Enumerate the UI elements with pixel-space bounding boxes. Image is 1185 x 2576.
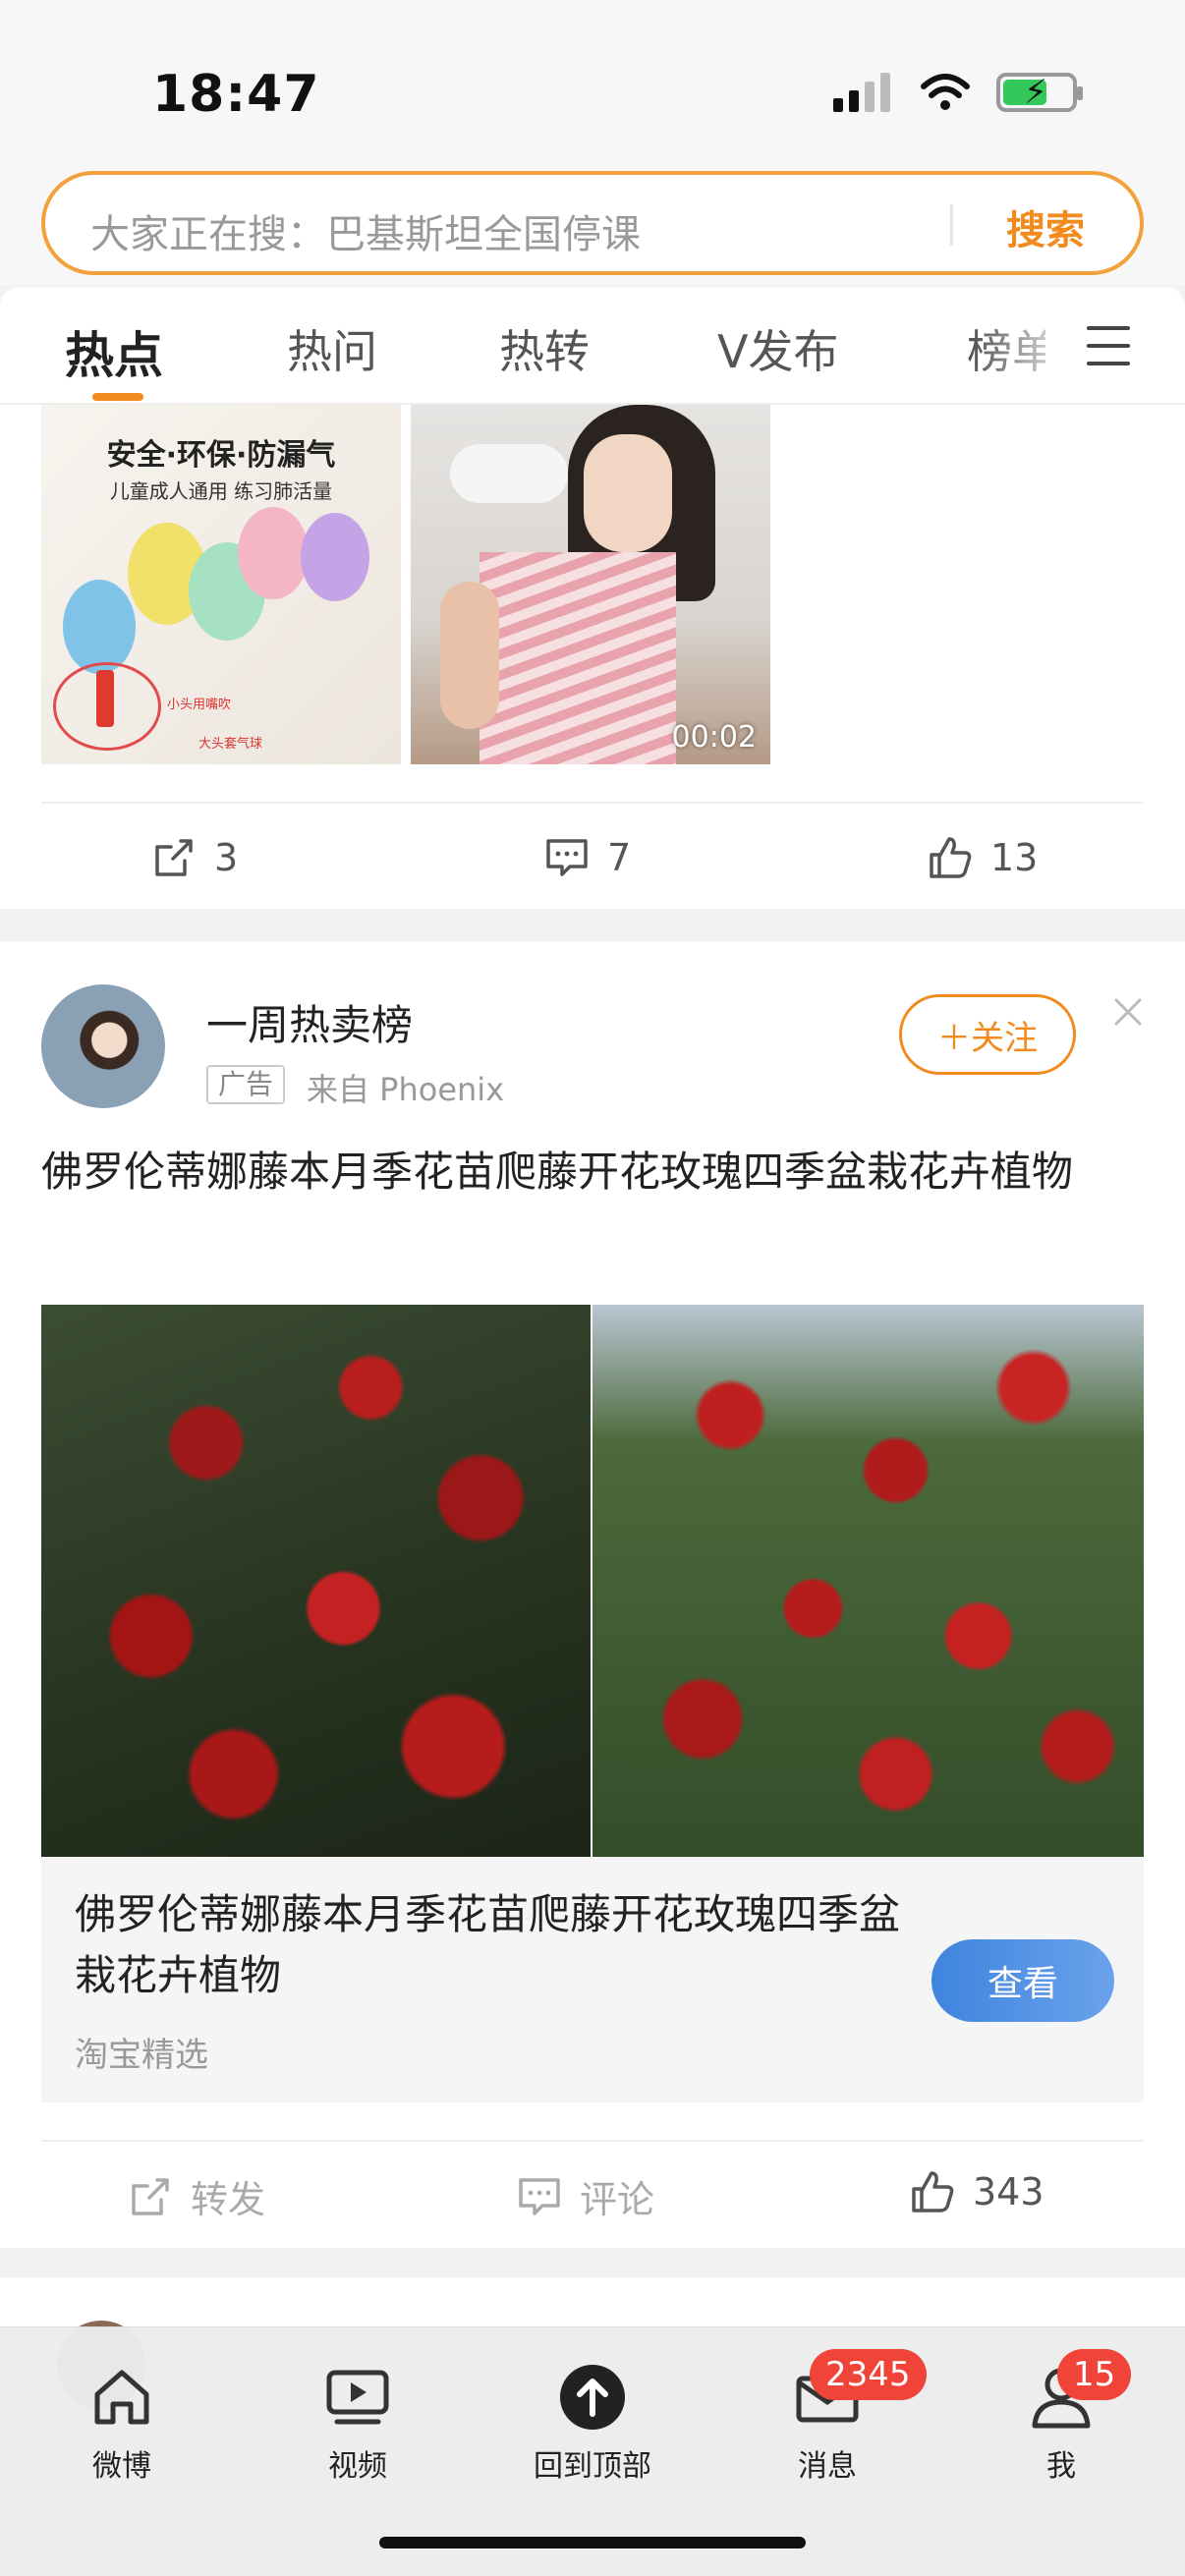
wifi-icon bbox=[921, 74, 970, 110]
tab-active-indicator bbox=[92, 393, 143, 401]
like-count: 13 bbox=[990, 836, 1039, 879]
search-divider bbox=[950, 204, 953, 246]
feed-tabs: 热点 热问 热转 V发布 榜单 bbox=[0, 287, 1185, 405]
rose-photo-left bbox=[41, 1305, 591, 1857]
video-icon bbox=[326, 2370, 389, 2425]
repost-icon bbox=[155, 839, 193, 876]
search-placeholder: 大家正在搜：巴基斯坦全国停课 bbox=[90, 212, 641, 257]
battery-icon: ⚡ bbox=[996, 73, 1083, 112]
ad-tag: 广告 bbox=[206, 1065, 286, 1104]
nav-label: 我 bbox=[1046, 2449, 1076, 2484]
product-source: 淘宝精选 bbox=[75, 2036, 208, 2075]
post-image-balloons[interactable]: 安全·环保·防漏气 儿童成人通用 练习肺活量 小头用嘴吹 大头套气球 bbox=[41, 405, 401, 764]
close-icon[interactable] bbox=[1108, 992, 1148, 1032]
nav-label: 回到顶部 bbox=[534, 2449, 651, 2484]
card-divider bbox=[41, 802, 1144, 804]
image-caption: 大头套气球 bbox=[198, 737, 263, 752]
repost-count: 3 bbox=[214, 836, 239, 879]
home-icon bbox=[94, 2370, 149, 2425]
post-source: 来自 Phoenix bbox=[307, 1071, 505, 1108]
follow-button[interactable]: ＋关注 bbox=[899, 994, 1076, 1075]
avatar[interactable] bbox=[41, 984, 165, 1108]
repost-button[interactable]: 3 bbox=[151, 835, 238, 880]
nav-weibo[interactable]: 微博 bbox=[43, 2363, 200, 2485]
comment-icon bbox=[546, 839, 588, 876]
tab-hot-questions[interactable]: 热问 bbox=[287, 316, 377, 381]
comment-button[interactable]: 7 bbox=[544, 835, 631, 880]
thumbs-up-icon bbox=[912, 2171, 954, 2212]
post-video-thumbnail[interactable]: 00:02 bbox=[411, 405, 770, 764]
card-divider bbox=[41, 2140, 1144, 2142]
status-time: 18:47 bbox=[152, 65, 320, 124]
search-input[interactable]: 大家正在搜：巴基斯坦全国停课 搜索 bbox=[41, 171, 1144, 275]
arrow-up-icon bbox=[560, 2365, 625, 2430]
comment-count: 7 bbox=[607, 836, 632, 879]
home-indicator bbox=[379, 2537, 806, 2548]
tab-v-publish[interactable]: V发布 bbox=[717, 316, 838, 381]
nav-label: 消息 bbox=[798, 2449, 857, 2484]
search-button[interactable]: 搜索 bbox=[1006, 198, 1085, 255]
like-count: 343 bbox=[973, 2170, 1044, 2213]
like-button[interactable]: 13 bbox=[928, 835, 1038, 880]
nav-back-to-top[interactable]: 回到顶部 bbox=[514, 2363, 671, 2485]
comment-button[interactable]: 评论 bbox=[517, 2169, 654, 2223]
comment-label: 评论 bbox=[580, 2178, 655, 2221]
like-button[interactable]: 343 bbox=[910, 2169, 1044, 2214]
video-duration: 00:02 bbox=[671, 720, 757, 755]
tab-fade bbox=[973, 287, 1081, 403]
nav-label: 微博 bbox=[92, 2449, 151, 2484]
nav-video[interactable]: 视频 bbox=[279, 2363, 436, 2485]
status-icons: ⚡ bbox=[833, 73, 1083, 112]
repost-button[interactable]: 转发 bbox=[128, 2169, 265, 2223]
card-action-bar: 3 7 13 bbox=[0, 810, 1185, 908]
repost-label: 转发 bbox=[191, 2178, 266, 2221]
image-caption: 小头用嘴吹 bbox=[167, 698, 232, 712]
card-action-bar: 转发 评论 343 bbox=[0, 2144, 1185, 2242]
thumbs-up-icon bbox=[930, 837, 972, 878]
rose-photo-right bbox=[592, 1305, 1144, 1857]
tab-hot-reposts[interactable]: 热转 bbox=[499, 316, 590, 381]
menu-icon[interactable] bbox=[1087, 326, 1130, 365]
nav-profile[interactable]: 15 我 bbox=[983, 2349, 1140, 2485]
nav-messages[interactable]: 2345 消息 bbox=[749, 2349, 927, 2485]
unread-badge: 2345 bbox=[810, 2349, 927, 2400]
feed-card: 安全·环保·防漏气 儿童成人通用 练习肺活量 小头用嘴吹 大头套气球 00:02… bbox=[0, 405, 1185, 909]
status-bar: 18:47 ⚡ bbox=[0, 0, 1185, 157]
product-title: 佛罗伦蒂娜藤本月季花苗爬藤开花玫瑰四季盆栽花卉植物 bbox=[75, 1890, 901, 1999]
image-title: 安全·环保·防漏气 bbox=[106, 438, 336, 473]
unread-badge: 15 bbox=[1057, 2349, 1132, 2400]
repost-icon bbox=[132, 2177, 169, 2215]
image-subtitle: 儿童成人通用 练习肺活量 bbox=[109, 479, 333, 503]
ad-card: 一周热卖榜 广告 来自 Phoenix ＋关注 佛罗伦蒂娜藤本月季花苗爬藤开花玫… bbox=[0, 941, 1185, 2248]
author-name[interactable]: 一周热卖榜 bbox=[206, 992, 413, 1052]
comment-icon bbox=[519, 2177, 560, 2215]
product-panel[interactable]: 佛罗伦蒂娜藤本月季花苗爬藤开花玫瑰四季盆栽花卉植物 淘宝精选 查看 bbox=[41, 1857, 1144, 2102]
product-image[interactable] bbox=[41, 1305, 1144, 1857]
post-text: 佛罗伦蒂娜藤本月季花苗爬藤开花玫瑰四季盆栽花卉植物 bbox=[41, 1148, 1074, 1196]
search-area: 大家正在搜：巴基斯坦全国停课 搜索 bbox=[0, 157, 1185, 285]
cellular-signal-icon bbox=[833, 73, 890, 112]
nav-label: 视频 bbox=[328, 2449, 387, 2484]
view-product-button[interactable]: 查看 bbox=[931, 1939, 1114, 2022]
tab-hot[interactable]: 热点 bbox=[65, 316, 163, 387]
